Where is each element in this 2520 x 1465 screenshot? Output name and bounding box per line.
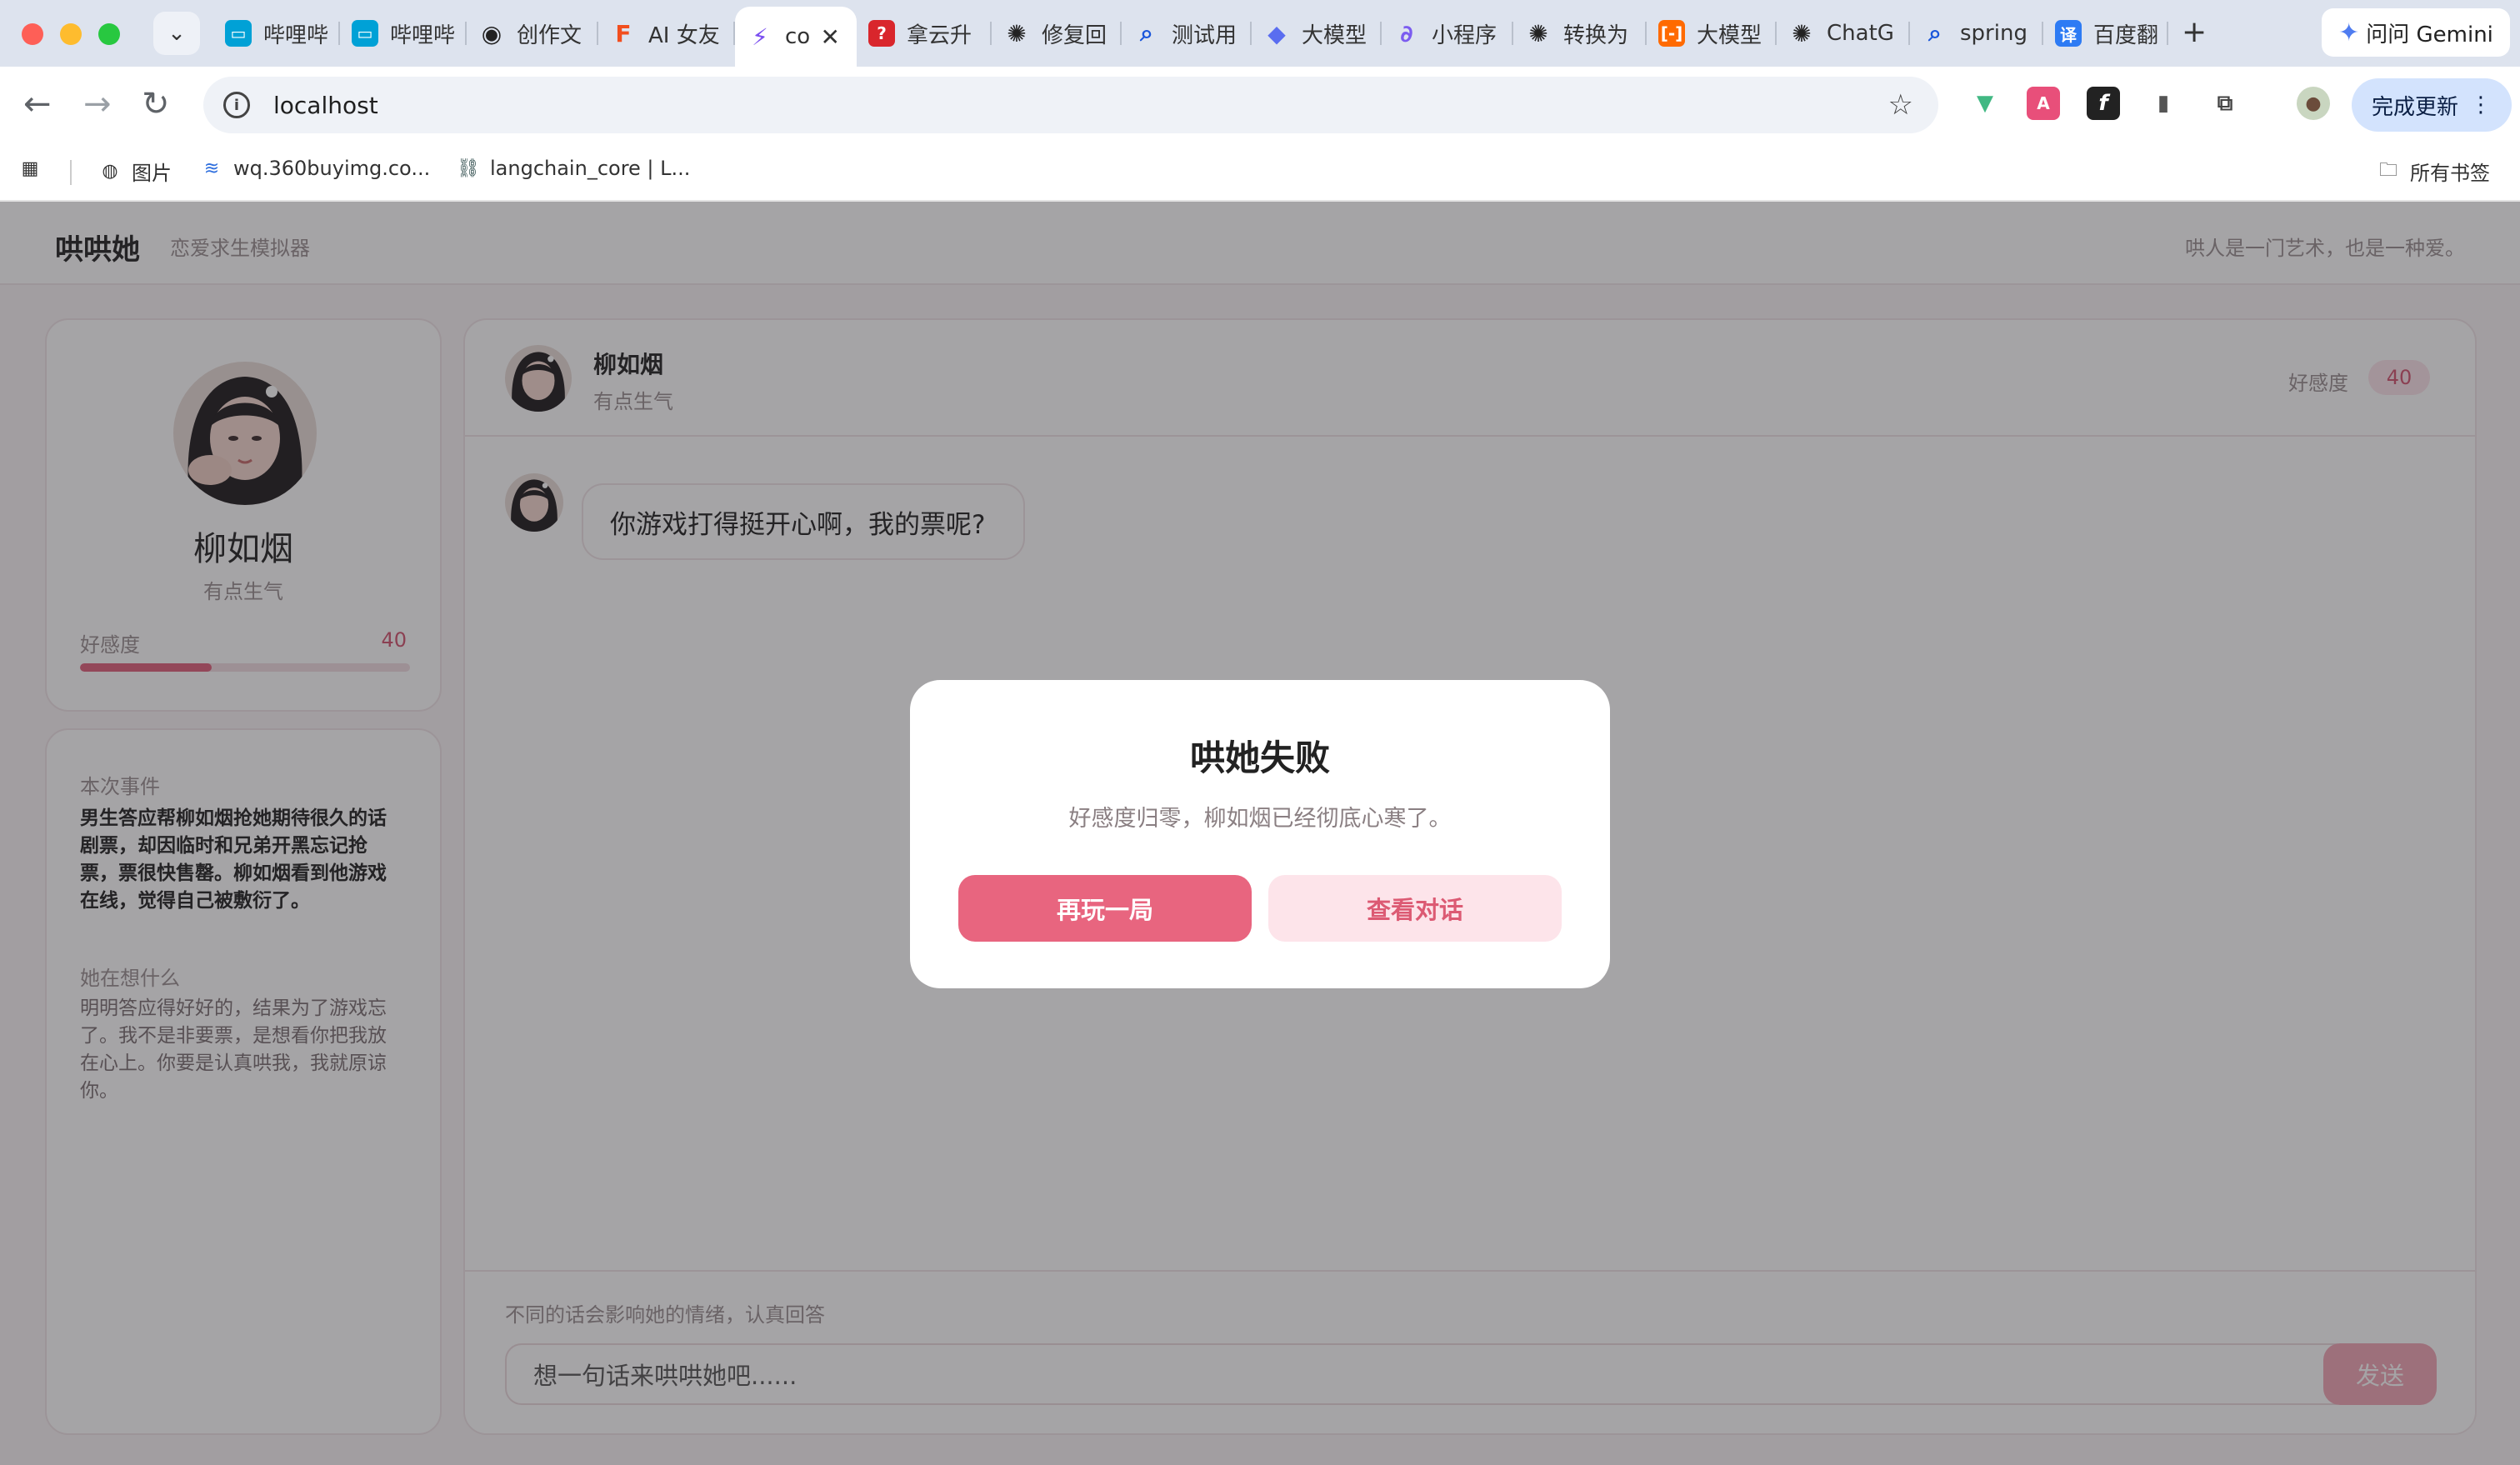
close-tab-icon[interactable]: ✕ — [821, 23, 840, 51]
browser-tab[interactable]: ◆ 大模型 — [1252, 10, 1382, 57]
openai-icon: ✺ — [1792, 19, 1812, 48]
tab-separator — [2167, 22, 2168, 45]
tab-label: 修复回 — [1042, 22, 1108, 48]
new-tab-button[interactable]: + — [2182, 15, 2207, 49]
tab-label: 创作文 — [517, 22, 582, 48]
tab-label: 百度翻 — [2093, 22, 2159, 48]
bilibili-icon: ▭ — [352, 20, 378, 47]
gemini-button[interactable]: ✦ 问问 Gemini — [2322, 8, 2510, 57]
address-bar[interactable]: i localhost ☆ — [203, 77, 1938, 133]
tab-label: 哔哩哔 — [263, 22, 329, 48]
bookmark-star-icon[interactable]: ☆ — [1888, 88, 1913, 122]
reload-icon: ↻ — [142, 85, 170, 123]
bracket-icon: [-] — [1658, 20, 1685, 47]
more-vertical-icon: ⋮ — [2470, 92, 2492, 118]
font-extension-icon[interactable]: f — [2087, 87, 2120, 120]
langchain-icon: ⛓ — [457, 158, 480, 179]
window-maximize-button[interactable] — [98, 23, 120, 45]
vue-devtools-icon[interactable]: ▼ — [1968, 87, 2002, 120]
tab-label: 大模型 — [1302, 22, 1368, 48]
browser-tab[interactable]: ⌕ spring — [1910, 10, 2043, 57]
bookmarks-bar: ▦ ◍ 图片 ≋ wq.360buyimg.co... ⛓ langchain_core … — [0, 142, 2520, 202]
browser-tab-bar: ⌄ ▭ 哔哩哔 ▭ 哔哩哔 ◉ 创作文 F AI 女友 ⚡ co ✕? 拿云升 ✺ 修复回 ⌕ 测试用 ◆ 大模型… — [0, 0, 2520, 67]
view-conversation-button[interactable]: 查看对话 — [1268, 875, 1562, 942]
all-bookmarks-button[interactable]: 🗀 所有书签 — [2377, 157, 2490, 186]
browser-tab[interactable]: ⚡ co ✕ — [735, 7, 857, 67]
play-again-button[interactable]: 再玩一局 — [958, 875, 1252, 942]
openai-icon: ✺ — [1528, 19, 1548, 48]
tab-label: 哔哩哔 — [390, 22, 456, 48]
extensions-puzzle-icon[interactable]: ⧉ — [2208, 87, 2242, 120]
openai-icon: ✺ — [1007, 19, 1027, 48]
bookmark-item[interactable]: ≋ wq.360buyimg.co... — [200, 157, 430, 180]
bolt-icon: ⚡ — [752, 22, 768, 51]
gemini-label: 问问 Gemini — [2366, 22, 2493, 48]
translate-icon: 译 — [2055, 20, 2082, 47]
fail-dialog: 哄她失败 好感度归零，柳如烟已经彻底心寒了。 再玩一局 查看对话 — [910, 680, 1610, 988]
translate-extension-icon[interactable]: A — [2027, 87, 2060, 120]
update-button[interactable]: 完成更新 ⋮ — [2352, 78, 2512, 132]
browser-tab[interactable]: ▭ 哔哩哔 — [213, 10, 340, 57]
bookmark-label: wq.360buyimg.co... — [233, 157, 431, 180]
browser-tab[interactable]: ✺ 转换为 — [1513, 10, 1647, 57]
tab-label: AI 女友 — [648, 22, 720, 48]
window-close-button[interactable] — [22, 23, 43, 45]
browser-tab[interactable]: ? 拿云升 — [857, 10, 992, 57]
bookmark-red-icon: ? — [868, 20, 895, 47]
bookmark-label: 图片 — [132, 162, 172, 185]
search-icon: ⌕ — [1140, 19, 1153, 47]
browser-tab[interactable]: ✺ ChatG — [1777, 10, 1910, 57]
info-icon[interactable]: i — [223, 92, 250, 118]
phone-extension-icon[interactable]: ▮ — [2147, 87, 2180, 120]
reload-button[interactable]: ↻ — [142, 85, 170, 123]
bookmarks-divider — [70, 160, 72, 185]
back-button[interactable]: ← — [23, 85, 52, 123]
dialog-description: 好感度归零，柳如烟已经彻底心寒了。 — [1068, 806, 1452, 832]
search-icon: ⌕ — [1928, 19, 1942, 47]
globe-icon: ◍ — [102, 161, 118, 182]
tab-label: 转换为 — [1563, 22, 1629, 48]
tab-label: 大模型 — [1697, 22, 1762, 48]
bookmark-item[interactable]: ◍ 图片 — [98, 157, 172, 186]
arrow-right-icon: → — [83, 85, 112, 123]
tab-label: spring — [1960, 21, 2028, 46]
browser-tab[interactable]: F AI 女友 — [598, 10, 735, 57]
browser-tab[interactable]: [-] 大模型 — [1647, 10, 1777, 57]
tab-label: 小程序 — [1432, 22, 1498, 48]
browser-tab[interactable]: 译百度翻 — [2043, 10, 2168, 57]
chevron-down-icon: ⌄ — [168, 21, 186, 46]
browser-tab[interactable]: ▭ 哔哩哔 — [340, 10, 467, 57]
browser-tab[interactable]: ⌕ 测试用 — [1122, 10, 1252, 57]
sparkle-icon: ✦ — [2338, 18, 2360, 48]
browser-tab[interactable]: ✺ 修复回 — [992, 10, 1122, 57]
figma-icon: F — [615, 19, 632, 48]
tab-label: ChatG — [1827, 21, 1894, 46]
all-bookmarks-label: 所有书签 — [2410, 162, 2490, 185]
app-page: 哄哄她 恋爱求生模拟器 哄人是一门艺术，也是一种爱。 柳如烟 有点生气 好感度 … — [0, 202, 2520, 1465]
browser-toolbar: ← → ↻ i localhost ☆ ▼ A f ▮ ⧉ ● 完成更新 ⋮ — [0, 67, 2520, 142]
bookmark-item[interactable]: ⛓ langchain_core | L... — [457, 157, 690, 180]
tab-label: 拿云升 — [907, 22, 972, 48]
url-text: localhost — [273, 91, 378, 119]
tab-search-button[interactable]: ⌄ — [153, 12, 200, 55]
forward-button[interactable]: → — [83, 85, 112, 123]
folder-icon: 🗀 — [2378, 159, 2398, 181]
link-icon: ∂ — [1400, 19, 1413, 48]
arrow-left-icon: ← — [23, 85, 52, 123]
bilibili-icon: ▭ — [225, 20, 252, 47]
browser-tab[interactable]: ∂ 小程序 — [1382, 10, 1513, 57]
window-minimize-button[interactable] — [60, 23, 82, 45]
bookmark-label: langchain_core | L... — [490, 157, 691, 180]
update-label: 完成更新 — [2371, 94, 2458, 120]
apps-grid-icon: ▦ — [21, 158, 39, 179]
cube-icon: ◆ — [1268, 19, 1286, 48]
apps-grid-button[interactable]: ▦ — [18, 157, 52, 180]
browser-tab[interactable]: ◉ 创作文 — [467, 10, 598, 57]
dialog-title: 哄她失败 — [1189, 738, 1330, 778]
tab-label: co — [785, 24, 811, 49]
tab-label: 测试用 — [1172, 22, 1238, 48]
profile-avatar[interactable]: ● — [2297, 87, 2330, 120]
robot-icon: ◉ — [481, 19, 502, 48]
layers-icon: ≋ — [203, 158, 220, 179]
